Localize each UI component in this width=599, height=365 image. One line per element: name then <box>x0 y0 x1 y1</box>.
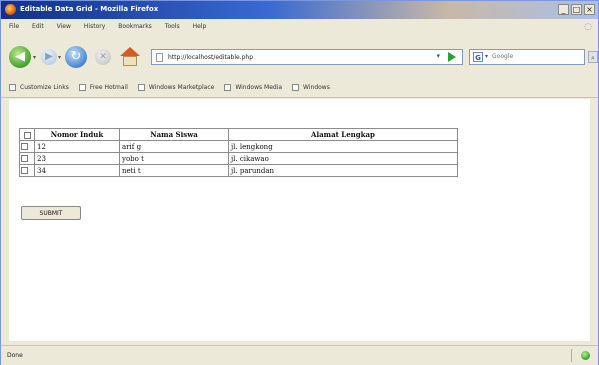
page-content: Nomor Induk Nama Siswa Alamat Lengkap 12… <box>9 99 590 341</box>
home-icon-body <box>123 56 137 66</box>
bookmark-page-icon <box>292 84 300 91</box>
firefox-icon <box>5 4 16 15</box>
row-select-cell <box>19 164 35 177</box>
row-checkbox[interactable] <box>21 143 28 150</box>
table-row: 12 arif g jl. lengkong <box>19 140 458 153</box>
page-icon <box>156 53 163 62</box>
status-text: Done <box>7 352 23 359</box>
menu-bar: File Edit View History Bookmarks Tools H… <box>1 20 598 34</box>
bookmark-windows-media[interactable]: Windows Media <box>224 84 282 91</box>
home-button[interactable] <box>119 46 141 68</box>
bookmark-label: Free Hotmail <box>89 84 128 91</box>
column-header-alamat-lengkap: Alamat Lengkap <box>228 128 458 141</box>
select-all-checkbox[interactable] <box>23 131 31 139</box>
menu-view[interactable]: View <box>57 23 71 30</box>
search-engine-dropdown-icon[interactable]: ▾ <box>485 53 488 60</box>
select-all-cell <box>19 128 35 141</box>
forward-arrow-icon: ▶ <box>45 51 53 62</box>
home-icon <box>120 47 140 56</box>
row-checkbox[interactable] <box>21 167 28 174</box>
cell-alamat-lengkap[interactable]: jl. parundan <box>228 164 458 177</box>
menu-bookmarks[interactable]: Bookmarks <box>118 23 152 30</box>
cell-nama-siswa[interactable]: neti t <box>119 164 229 177</box>
window-controls: _ □ × <box>558 4 595 15</box>
bookmark-page-icon <box>137 84 145 91</box>
cell-alamat-lengkap[interactable]: jl. lengkong <box>228 140 458 153</box>
table-row: 34 neti t jl. parundan <box>19 164 458 177</box>
bookmark-page-icon <box>78 84 86 91</box>
status-bar: Done <box>1 345 598 365</box>
status-ok-icon <box>581 351 590 360</box>
table-row: 23 yobo t jl. cikawao <box>19 152 458 165</box>
reload-button[interactable]: ↻ <box>65 46 87 68</box>
cell-alamat-lengkap[interactable]: jl. cikawao <box>228 152 458 165</box>
bookmark-label: Windows Media <box>235 84 283 91</box>
cell-nama-siswa[interactable]: arif g <box>119 140 229 153</box>
stop-icon: ✕ <box>99 52 107 62</box>
bookmarks-toolbar: Customize Links Free Hotmail Windows Mar… <box>1 79 598 98</box>
title-bar: Editable Data Grid - Mozilla Firefox _ □… <box>1 1 598 19</box>
row-select-cell <box>19 152 35 165</box>
bookmark-windows[interactable]: Windows <box>292 84 330 91</box>
bookmark-label: Customize Links <box>20 84 69 91</box>
bookmark-label: Windows Marketplace <box>148 84 215 91</box>
submit-button[interactable]: SUBMIT <box>21 206 81 220</box>
bookmark-page-icon <box>224 84 232 91</box>
address-bar[interactable]: http://localhost/editable.php ▾ <box>151 49 463 65</box>
grid-header-row: Nomor Induk Nama Siswa Alamat Lengkap <box>19 128 458 141</box>
bookmark-customize-links[interactable]: Customize Links <box>9 84 69 91</box>
cell-nomor-induk[interactable]: 23 <box>34 152 120 165</box>
browser-window: Editable Data Grid - Mozilla Firefox _ □… <box>0 0 599 365</box>
data-grid: Nomor Induk Nama Siswa Alamat Lengkap 12… <box>19 128 458 177</box>
forward-button[interactable]: ▶ <box>41 49 57 65</box>
google-icon[interactable]: G <box>473 52 483 62</box>
status-divider <box>571 349 572 362</box>
row-checkbox[interactable] <box>21 155 28 162</box>
forward-history-dropdown-icon[interactable]: ▾ <box>58 54 61 61</box>
row-select-cell <box>19 140 35 153</box>
back-button[interactable]: ◀ <box>9 46 31 68</box>
back-arrow-icon: ◀ <box>15 49 25 64</box>
search-input[interactable] <box>492 51 580 62</box>
reload-icon: ↻ <box>70 49 82 64</box>
menu-edit[interactable]: Edit <box>32 23 44 30</box>
search-button[interactable]: ⌕ <box>588 51 598 63</box>
stop-button[interactable]: ✕ <box>95 49 111 65</box>
navigation-toolbar: ◀ ▾ ▶ ▾ ↻ ✕ http://localhost/editable.ph… <box>1 43 598 73</box>
bookmark-label: Windows <box>303 84 330 91</box>
magnifier-icon: ⌕ <box>591 54 595 62</box>
cell-nomor-induk[interactable]: 34 <box>34 164 120 177</box>
minimize-button[interactable]: _ <box>558 4 569 15</box>
menu-file[interactable]: File <box>9 23 19 30</box>
back-history-dropdown-icon[interactable]: ▾ <box>33 54 36 61</box>
window-title: Editable Data Grid - Mozilla Firefox <box>20 5 159 13</box>
bookmark-free-hotmail[interactable]: Free Hotmail <box>78 84 128 91</box>
url-history-dropdown-icon[interactable]: ▾ <box>436 52 440 60</box>
cell-nomor-induk[interactable]: 12 <box>34 140 120 153</box>
menu-help[interactable]: Help <box>193 23 207 30</box>
column-header-nama-siswa: Nama Siswa <box>119 128 229 141</box>
throbber-icon: ◌ <box>584 22 592 32</box>
cell-nama-siswa[interactable]: yobo t <box>119 152 229 165</box>
menu-tools[interactable]: Tools <box>165 23 180 30</box>
close-button[interactable]: × <box>584 4 595 15</box>
menu-history[interactable]: History <box>84 23 105 30</box>
bookmark-windows-marketplace[interactable]: Windows Marketplace <box>137 84 215 91</box>
search-box[interactable]: G ▾ <box>469 49 585 65</box>
url-text[interactable]: http://localhost/editable.php <box>168 54 253 61</box>
bookmark-page-icon <box>9 84 16 91</box>
go-arrow-icon[interactable] <box>448 52 456 62</box>
maximize-button[interactable]: □ <box>571 4 582 15</box>
column-header-nomor-induk: Nomor Induk <box>34 128 120 141</box>
